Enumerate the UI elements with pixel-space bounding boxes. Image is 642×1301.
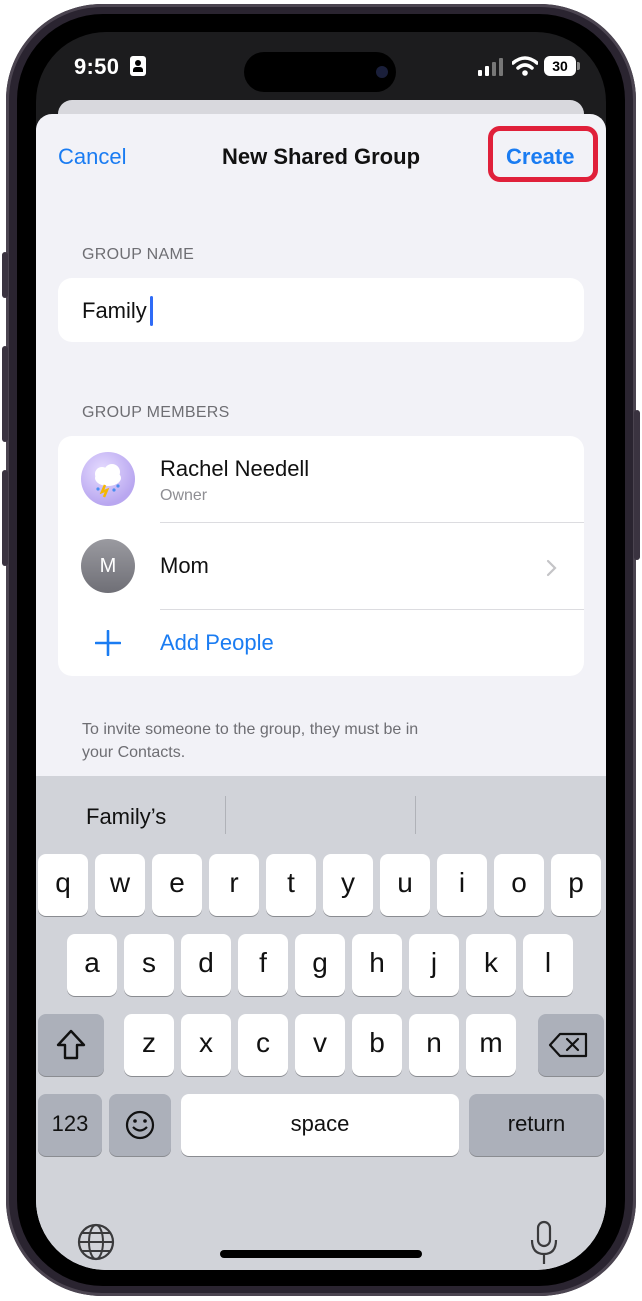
key-j[interactable]: j [409, 934, 459, 996]
key-a[interactable]: a [67, 934, 117, 996]
home-indicator [220, 1250, 422, 1258]
key-v[interactable]: v [295, 1014, 345, 1076]
key-u[interactable]: u [380, 854, 430, 916]
emoji-icon [125, 1110, 155, 1140]
key-w[interactable]: w [95, 854, 145, 916]
battery-cap [577, 62, 580, 70]
keyboard: Family’s q w e r t y u i o p a s d f g h… [36, 776, 606, 1270]
key-f[interactable]: f [238, 934, 288, 996]
storm-cloud-icon [95, 464, 121, 498]
key-c[interactable]: c [238, 1014, 288, 1076]
avatar: M [81, 539, 135, 593]
dynamic-island [244, 52, 396, 92]
chevron-right-icon [546, 559, 557, 577]
person-card-icon [130, 56, 146, 76]
space-key[interactable]: space [181, 1094, 459, 1156]
screen: 9:50 30 Cancel New Shared Group Create G [36, 32, 606, 1270]
text-caret [150, 296, 153, 326]
member-row-mom[interactable]: M Mom [58, 523, 584, 609]
footnote-line-1: To invite someone to the group, they mus… [82, 721, 419, 738]
key-y[interactable]: y [323, 854, 373, 916]
numbers-key[interactable]: 123 [38, 1094, 102, 1156]
create-button[interactable]: Create [506, 144, 574, 170]
key-s[interactable]: s [124, 934, 174, 996]
key-x[interactable]: x [181, 1014, 231, 1076]
plus-icon [95, 630, 121, 656]
action-button [2, 252, 8, 298]
group-name-label: GROUP NAME [82, 246, 195, 263]
key-m[interactable]: m [466, 1014, 516, 1076]
suggestion-1[interactable]: Family’s [86, 804, 166, 830]
key-d[interactable]: d [181, 934, 231, 996]
member-row-owner: Rachel Needell Owner [58, 436, 584, 522]
key-p[interactable]: p [551, 854, 601, 916]
key-e[interactable]: e [152, 854, 202, 916]
shift-icon [56, 1029, 86, 1060]
member-name: Mom [160, 553, 209, 578]
group-name-field[interactable]: Family [58, 278, 584, 342]
add-people-label: Add People [160, 630, 274, 655]
group-members-label: GROUP MEMBERS [82, 404, 230, 421]
group-name-input[interactable]: Family [82, 298, 147, 324]
key-b[interactable]: b [352, 1014, 402, 1076]
clock: 9:50 [74, 54, 120, 79]
member-name: Rachel Needell [160, 456, 310, 481]
signal-icon [478, 58, 503, 76]
microphone-icon[interactable] [528, 1220, 560, 1266]
avatar [81, 452, 135, 506]
battery-level: 30 [552, 58, 568, 74]
side-button [634, 410, 640, 560]
member-role: Owner [160, 487, 208, 504]
suggestion-divider [225, 796, 226, 834]
key-h[interactable]: h [352, 934, 402, 996]
return-key[interactable]: return [469, 1094, 604, 1156]
members-card: Rachel Needell Owner M Mom Add People [58, 436, 584, 676]
shift-key[interactable] [38, 1014, 104, 1076]
key-g[interactable]: g [295, 934, 345, 996]
key-i[interactable]: i [437, 854, 487, 916]
key-l[interactable]: l [523, 934, 573, 996]
volume-down-button [2, 470, 8, 566]
emoji-key[interactable] [109, 1094, 171, 1156]
key-o[interactable]: o [494, 854, 544, 916]
add-people-button[interactable]: Add People [58, 610, 584, 676]
key-q[interactable]: q [38, 854, 88, 916]
key-t[interactable]: t [266, 854, 316, 916]
delete-key[interactable] [538, 1014, 604, 1076]
footnote-line-2: your Contacts. [82, 744, 186, 761]
key-z[interactable]: z [124, 1014, 174, 1076]
key-r[interactable]: r [209, 854, 259, 916]
globe-icon[interactable] [76, 1222, 116, 1262]
key-n[interactable]: n [409, 1014, 459, 1076]
wifi-icon [512, 56, 538, 76]
avatar-initial: M [99, 555, 117, 577]
delete-icon [548, 1032, 588, 1058]
status-bar: 9:50 30 [36, 32, 606, 102]
key-k[interactable]: k [466, 934, 516, 996]
camera [376, 66, 388, 78]
battery-icon: 30 [544, 56, 576, 76]
suggestion-divider [415, 796, 416, 834]
volume-up-button [2, 346, 8, 442]
